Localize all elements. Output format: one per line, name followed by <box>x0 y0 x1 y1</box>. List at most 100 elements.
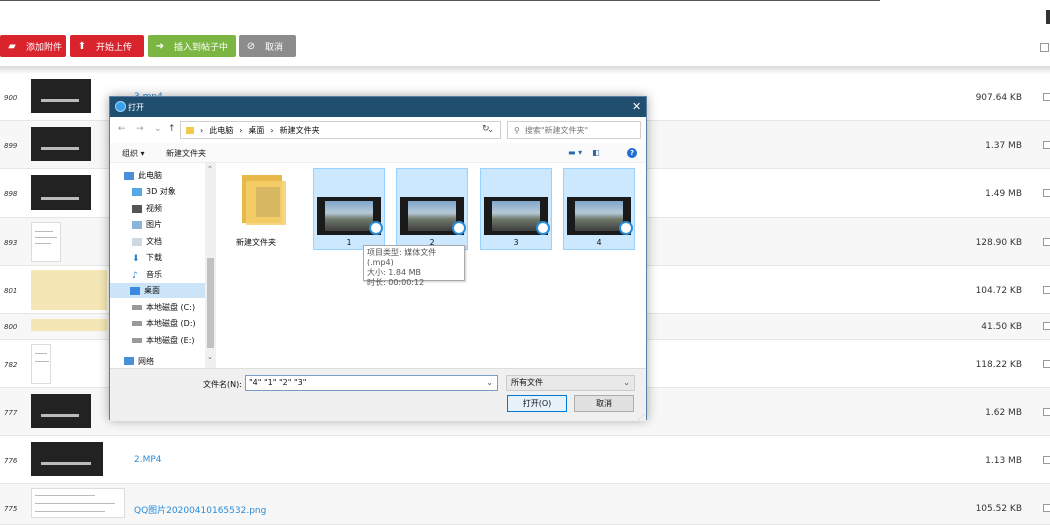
dialog-footer: 文件名(N): "4" "1" "2" "3" ⌄ 所有文件 ⌄ 打开(O) 取… <box>110 368 646 421</box>
help-icon[interactable]: ? <box>627 148 637 158</box>
file-type-value: 所有文件 <box>511 378 543 387</box>
file-item[interactable]: 2 <box>396 168 468 250</box>
music-icon: ♪ <box>132 270 138 281</box>
open-button[interactable]: 打开(O) <box>507 395 567 412</box>
preview-pane-icon[interactable]: ◧ <box>592 148 600 157</box>
upload-icon: ⬆ <box>77 40 87 52</box>
back-arrow-icon[interactable]: ← <box>118 124 126 134</box>
folder-front <box>246 181 286 225</box>
video-file-icon <box>484 197 550 235</box>
close-icon[interactable]: ✕ <box>632 100 641 113</box>
row-checkbox[interactable] <box>1043 238 1050 246</box>
file-item[interactable]: 4 <box>563 168 635 250</box>
breadcrumb-new-folder[interactable]: 新建文件夹 <box>280 125 320 136</box>
folder-label: 新建文件夹 <box>236 238 276 247</box>
film-scene <box>575 201 623 231</box>
nav-network[interactable]: 网络 <box>124 354 154 368</box>
video-thumbnail <box>31 175 91 210</box>
resize-grip-icon[interactable]: ⋰ <box>638 414 644 421</box>
dialog-cancel-button[interactable]: 取消 <box>574 395 634 412</box>
chevron-up-icon[interactable]: ⌃ <box>207 165 213 173</box>
breadcrumb-this-pc[interactable]: 此电脑 <box>209 125 233 136</box>
dialog-title: 打开 <box>128 103 144 112</box>
view-mode-icon[interactable]: ▬ ▾ <box>568 148 582 157</box>
nav-label: 音乐 <box>146 270 162 279</box>
row-id: 893 <box>4 239 18 247</box>
file-tooltip: 项目类型: 媒体文件(.mp4) 大小: 1.84 MB 时长: 00:00:1… <box>363 245 465 287</box>
row-checkbox[interactable] <box>1043 504 1050 512</box>
start-upload-button[interactable]: ⬆ 开始上传 <box>70 35 144 57</box>
folder-icon[interactable] <box>242 175 286 225</box>
row-id: 776 <box>4 457 18 465</box>
nav-videos[interactable]: 视频 <box>132 201 162 216</box>
nav-scrollbar[interactable]: ⌃ ⌄ <box>205 163 216 368</box>
nav-this-pc[interactable]: 此电脑 <box>124 168 162 183</box>
chevron-down-icon[interactable]: ⌄ <box>207 353 213 361</box>
row-checkbox[interactable] <box>1043 93 1050 101</box>
up-arrow-icon[interactable]: ↑ <box>168 124 176 134</box>
file-size: 1.49 MB <box>985 189 1022 199</box>
file-size: 907.64 KB <box>975 93 1022 103</box>
file-item[interactable]: 3 <box>480 168 552 250</box>
row-checkbox[interactable] <box>1043 286 1050 294</box>
video-thumbnail <box>31 127 91 161</box>
nav-label: 本地磁盘 (E:) <box>146 336 195 345</box>
file-name-link[interactable]: 2.MP4 <box>134 455 162 465</box>
organize-menu[interactable]: 组织 ▾ <box>122 148 145 159</box>
row-checkbox[interactable] <box>1043 360 1050 368</box>
nav-label: 此电脑 <box>138 171 162 180</box>
nav-desktop[interactable]: 桌面 <box>110 283 205 298</box>
search-placeholder: 搜索"新建文件夹" <box>524 125 589 135</box>
nav-label: 本地磁盘 (C:) <box>146 303 196 312</box>
tooltip-type: 项目类型: 媒体文件(.mp4) <box>367 248 437 267</box>
row-id: 899 <box>4 142 18 150</box>
nav-drive-e[interactable]: 本地磁盘 (E:) <box>132 333 195 348</box>
document-icon <box>132 237 142 246</box>
breadcrumb-separator: › <box>200 125 204 135</box>
file-item[interactable]: 1 <box>313 168 385 250</box>
filename-input[interactable]: "4" "1" "2" "3" ⌄ <box>245 375 498 391</box>
top-divider <box>0 0 880 1</box>
film-scene <box>325 201 373 231</box>
chevron-down-icon[interactable]: ⌄ <box>486 376 493 390</box>
folder-icon <box>186 126 194 134</box>
network-icon <box>124 357 134 365</box>
nav-downloads[interactable]: ⬇ 下载 <box>132 250 162 265</box>
refresh-icon[interactable]: ↻ <box>482 124 490 134</box>
breadcrumb-desktop[interactable]: 桌面 <box>248 125 264 136</box>
row-checkbox[interactable] <box>1043 141 1050 149</box>
row-checkbox[interactable] <box>1043 189 1050 197</box>
tooltip-duration: 时长: 00:00:12 <box>367 278 425 287</box>
cancel-button[interactable]: ⊘ 取消 <box>239 35 296 57</box>
nav-documents[interactable]: 文档 <box>132 234 162 249</box>
spreadsheet-thumbnail <box>31 319 107 331</box>
nav-label: 3D 对象 <box>146 187 176 196</box>
drive-icon <box>132 305 142 310</box>
new-folder-button[interactable]: 新建文件夹 <box>166 148 206 159</box>
forward-arrow-icon[interactable]: → <box>136 124 144 134</box>
add-attachment-button[interactable]: ▰ 添加附件 <box>0 35 66 57</box>
video-thumbnail <box>31 79 91 113</box>
ban-icon: ⊘ <box>246 40 256 52</box>
nav-drive-c[interactable]: 本地磁盘 (C:) <box>132 300 195 315</box>
row-checkbox[interactable] <box>1043 322 1050 330</box>
row-checkbox[interactable] <box>1043 456 1050 464</box>
dialog-titlebar[interactable]: 打开 ✕ <box>110 97 646 117</box>
recent-dropdown-icon[interactable]: ⌄ <box>154 124 162 134</box>
search-input[interactable]: ⚲ 搜索"新建文件夹" <box>507 121 641 139</box>
insert-into-post-button[interactable]: ➜ 插入到帖子中 <box>148 35 236 57</box>
picture-icon <box>132 220 142 229</box>
row-checkbox[interactable] <box>1043 408 1050 416</box>
nav-drive-d[interactable]: 本地磁盘 (D:) <box>132 316 196 331</box>
nav-3d-objects[interactable]: 3D 对象 <box>132 184 176 199</box>
page: ▰ 添加附件 ⬆ 开始上传 ➜ 插入到帖子中 ⊘ 取消 900 3.mp4 90… <box>0 0 1050 525</box>
file-type-select[interactable]: 所有文件 ⌄ <box>506 375 635 391</box>
nav-pictures[interactable]: 图片 <box>132 217 162 232</box>
select-all-checkbox[interactable] <box>1040 43 1049 52</box>
scroll-thumb[interactable] <box>207 258 214 348</box>
address-bar[interactable]: › 此电脑 › 桌面 › 新建文件夹 ⌄ <box>180 121 501 139</box>
file-pane: 新建文件夹 1 2 3 4 项目类型: 媒体文件(.mp4) 大小: 1.84 … <box>216 163 646 368</box>
nav-label: 桌面 <box>144 286 160 295</box>
file-name-link[interactable]: QQ图片20200410165532.png <box>134 503 266 516</box>
nav-music[interactable]: ♪ 音乐 <box>132 267 162 282</box>
